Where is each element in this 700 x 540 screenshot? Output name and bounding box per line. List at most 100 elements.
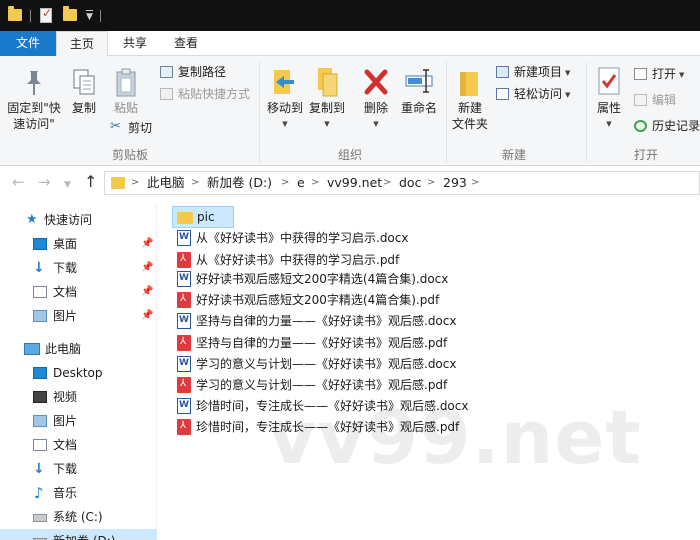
breadcrumb-separator[interactable]: > xyxy=(191,172,199,194)
move-to-icon xyxy=(274,70,294,94)
group-separator xyxy=(259,62,260,162)
file-name: pic xyxy=(197,210,215,224)
nav-item-downloads-pc[interactable]: ↓ 下载 xyxy=(0,457,157,481)
pdf-icon xyxy=(177,252,191,268)
chevron-down-icon: ▼ xyxy=(373,120,379,128)
nav-item-label: 视频 xyxy=(53,390,78,404)
tab-file[interactable]: 文件 xyxy=(0,31,56,56)
breadcrumb-doc[interactable]: doc xyxy=(399,172,421,194)
copy-path-button[interactable]: 复制路径 xyxy=(158,62,226,82)
edit-icon xyxy=(634,94,647,106)
file-row[interactable]: 学习的意义与计划——《好好读书》观后感.pdf xyxy=(172,374,447,396)
copy-path-label: 复制路径 xyxy=(178,65,227,79)
customize-toolbar-icon[interactable]: ▼ xyxy=(86,10,93,27)
breadcrumb-separator[interactable]: > xyxy=(311,172,319,194)
pin-icon[interactable]: 📌 xyxy=(141,232,153,256)
forward-arrow-icon[interactable]: → xyxy=(38,174,51,190)
breadcrumb-separator[interactable]: > xyxy=(471,172,479,194)
nav-item-desktop-pc[interactable]: Desktop xyxy=(0,361,157,385)
delete-button[interactable]: 删除 ▼ xyxy=(358,64,394,132)
breadcrumb-separator[interactable]: > xyxy=(427,172,435,194)
nav-item-documents[interactable]: 文档 📌 xyxy=(0,280,157,304)
breadcrumb-this-pc[interactable]: 此电脑 xyxy=(147,172,185,194)
breadcrumb-separator[interactable]: > xyxy=(281,172,289,194)
folder-icon xyxy=(8,6,22,21)
tab-view[interactable]: 查看 xyxy=(162,31,210,56)
file-row[interactable]: 好好读书观后感短文200字精选(4篇合集).pdf xyxy=(172,289,439,311)
rename-button[interactable]: 重命名 xyxy=(397,64,441,116)
nav-this-pc-label: 此电脑 xyxy=(45,342,82,356)
title-bar: ▼ xyxy=(0,0,700,31)
download-arrow-icon: ↓ xyxy=(33,461,45,477)
new-folder-button[interactable]: 新建 文件夹 xyxy=(450,64,490,132)
recent-locations-chevron-icon[interactable]: ▼ xyxy=(64,177,71,193)
navigation-pane: ★ 快速访问 桌面 📌 ↓ 下载 📌 文档 📌 图片 📌 此电脑 Desktop… xyxy=(0,203,157,540)
breadcrumb-separator[interactable]: > xyxy=(131,172,139,194)
nav-item-documents-pc[interactable]: 文档 xyxy=(0,433,157,457)
file-row[interactable]: 坚持与自律的力量——《好好读书》观后感.docx xyxy=(172,310,456,332)
move-to-button[interactable]: 移动到 ▼ xyxy=(264,64,306,132)
edit-button[interactable]: 编辑 xyxy=(632,90,676,110)
nav-item-videos[interactable]: 视频 xyxy=(0,385,157,409)
pictures-icon xyxy=(33,310,47,322)
address-bar[interactable]: > 此电脑 > 新加卷 (D:) > e > vv99.net > doc > … xyxy=(104,171,700,195)
paste-shortcut-button[interactable]: 粘贴快捷方式 xyxy=(158,84,250,104)
history-button[interactable]: 历史记录 xyxy=(632,116,700,136)
ribbon-tabs: 文件 主页 共享 查看 xyxy=(0,31,700,57)
file-row[interactable]: 从《好好读书》中获得的学习启示.docx xyxy=(172,227,408,249)
cut-button[interactable]: ✂ 剪切 xyxy=(108,118,152,138)
properties-quick-icon[interactable] xyxy=(40,6,52,23)
delete-icon xyxy=(364,69,388,95)
file-row[interactable]: 好好读书观后感短文200字精选(4篇合集).docx xyxy=(172,268,448,290)
nav-item-desktop[interactable]: 桌面 📌 xyxy=(0,232,157,256)
file-row-folder[interactable]: pic xyxy=(172,206,234,228)
pin-quick-access-button[interactable]: 固定到"快 速访问" xyxy=(6,64,62,132)
nav-item-music[interactable]: ♪ 音乐 xyxy=(0,481,157,505)
nav-item-downloads[interactable]: ↓ 下载 📌 xyxy=(0,256,157,280)
nav-item-drive-c[interactable]: 系统 (C:) xyxy=(0,505,157,529)
computer-icon xyxy=(24,343,40,355)
up-arrow-icon[interactable]: ↑ xyxy=(84,174,97,190)
breadcrumb-293[interactable]: 293 xyxy=(443,172,467,194)
breadcrumb-separator[interactable]: > xyxy=(383,172,391,194)
file-row[interactable]: 坚持与自律的力量——《好好读书》观后感.pdf xyxy=(172,332,447,354)
easy-access-button[interactable]: 轻松访问 ▼ xyxy=(494,84,570,104)
chevron-down-icon: ▼ xyxy=(282,120,288,128)
breadcrumb-drive-d[interactable]: 新加卷 (D:) xyxy=(207,172,272,194)
pictures-icon xyxy=(33,415,47,427)
drive-icon xyxy=(33,514,47,522)
open-button[interactable]: 打开 ▼ xyxy=(632,64,684,84)
open-icon xyxy=(634,68,647,80)
file-row[interactable]: 学习的意义与计划——《好好读书》观后感.docx xyxy=(172,353,456,375)
new-folder-icon xyxy=(460,72,478,96)
pdf-icon xyxy=(177,292,191,308)
nav-this-pc[interactable]: 此电脑 xyxy=(0,337,157,361)
tab-home[interactable]: 主页 xyxy=(56,31,108,57)
nav-item-label: Desktop xyxy=(53,366,103,380)
file-name: 从《好好读书》中获得的学习启示.pdf xyxy=(196,253,400,267)
new-item-button[interactable]: 新建项目 ▼ xyxy=(494,62,570,82)
new-folder-quick-icon[interactable] xyxy=(63,6,77,21)
copy-to-button[interactable]: 复制到 ▼ xyxy=(306,64,348,132)
back-arrow-icon[interactable]: ← xyxy=(12,174,25,190)
pin-icon[interactable]: 📌 xyxy=(141,304,153,328)
history-label: 历史记录 xyxy=(652,119,700,133)
properties-button[interactable]: 属性 ▼ xyxy=(590,64,628,132)
pin-icon[interactable]: 📌 xyxy=(141,280,153,304)
music-note-icon: ♪ xyxy=(34,484,44,502)
separator xyxy=(100,10,101,22)
nav-item-pictures[interactable]: 图片 📌 xyxy=(0,304,157,328)
nav-quick-access[interactable]: ★ 快速访问 xyxy=(0,208,157,232)
videos-icon xyxy=(33,391,47,403)
rename-icon xyxy=(405,69,433,93)
copy-button[interactable]: 复制 xyxy=(66,64,102,116)
breadcrumb-vv99[interactable]: vv99.net xyxy=(327,172,382,194)
open-group-label: 打开 xyxy=(633,148,658,162)
nav-item-pictures-pc[interactable]: 图片 xyxy=(0,409,157,433)
paste-button[interactable]: 粘贴 xyxy=(108,64,144,116)
pin-icon[interactable]: 📌 xyxy=(141,256,153,280)
breadcrumb-e[interactable]: e xyxy=(297,172,305,194)
nav-item-drive-d[interactable]: 新加卷 (D:) xyxy=(0,529,157,540)
tab-share[interactable]: 共享 xyxy=(111,31,159,56)
nav-item-label: 文档 xyxy=(53,285,78,299)
